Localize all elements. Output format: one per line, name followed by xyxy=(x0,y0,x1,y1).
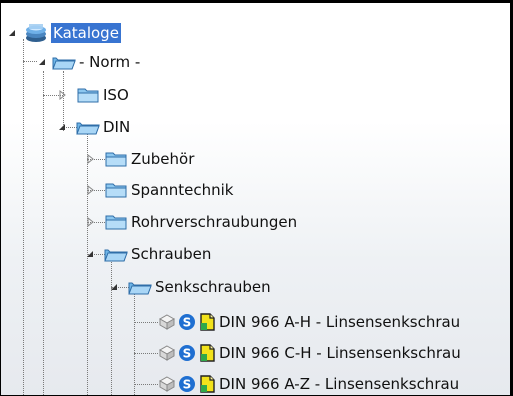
expanded-arrow-icon[interactable] xyxy=(85,249,95,259)
part-cube-icon xyxy=(158,345,176,361)
expanded-arrow-icon[interactable] xyxy=(37,57,47,67)
tree-leaf-item[interactable]: S DIN 966 A-Z - Linsensenkschrau xyxy=(157,372,461,395)
catalog-stack-icon xyxy=(26,24,46,42)
tree-node-schrauben[interactable]: Schrauben xyxy=(85,242,213,266)
tree-guide xyxy=(134,291,135,395)
node-label: Spanntechnik xyxy=(131,181,234,199)
collapsed-arrow-icon[interactable] xyxy=(85,185,95,195)
standard-badge-icon: S xyxy=(179,314,195,330)
tree-leaf-item[interactable]: S DIN 966 C-H - Linsensenkschrau xyxy=(157,341,463,365)
expanded-arrow-icon[interactable] xyxy=(57,122,67,132)
folder-closed-icon xyxy=(105,183,127,198)
part-cube-icon xyxy=(158,314,176,330)
standard-badge-icon: S xyxy=(179,376,195,392)
collapsed-arrow-icon[interactable] xyxy=(85,217,95,227)
tree-node-spanntechnik[interactable]: Spanntechnik xyxy=(85,178,235,202)
standard-badge-icon: S xyxy=(179,345,195,361)
folder-closed-icon xyxy=(105,215,127,230)
document-icon xyxy=(200,344,215,362)
tree-connector xyxy=(134,384,158,385)
tree-guide xyxy=(23,39,24,395)
node-label: Rohrverschraubungen xyxy=(131,213,298,231)
document-icon xyxy=(200,313,215,331)
tree-node-iso[interactable]: ISO xyxy=(57,83,131,107)
tree-node-rohrverschraubungen[interactable]: Rohrverschraubungen xyxy=(85,210,299,234)
part-cube-icon xyxy=(158,376,176,392)
tree-leaf-item[interactable]: S DIN 966 A-H - Linsensenkschrau xyxy=(157,310,462,334)
node-label: DIN 966 A-Z - Linsensenkschrau xyxy=(219,375,460,393)
node-label: Senkschrauben xyxy=(155,278,271,296)
node-label: ISO xyxy=(103,86,129,104)
tree-connector xyxy=(23,61,37,62)
node-label: DIN xyxy=(103,118,131,136)
folder-open-icon xyxy=(104,249,128,262)
node-label: - Norm - xyxy=(79,53,141,71)
expanded-arrow-icon[interactable] xyxy=(7,28,17,38)
tree-guide xyxy=(43,71,44,395)
tree-node-senkschrauben[interactable]: Senkschrauben xyxy=(109,275,273,299)
tree-node-zubehoer[interactable]: Zubehör xyxy=(85,147,196,171)
tree-connector xyxy=(134,353,158,354)
node-label: Schrauben xyxy=(131,245,212,263)
document-icon xyxy=(200,375,215,393)
svg-text:S: S xyxy=(183,347,192,361)
folder-open-icon xyxy=(52,57,76,70)
folder-open-icon xyxy=(128,282,152,295)
node-label: DIN 966 A-H - Linsensenkschrau xyxy=(219,313,461,331)
collapsed-arrow-icon[interactable] xyxy=(85,154,95,164)
collapsed-arrow-icon[interactable] xyxy=(57,90,67,100)
svg-text:S: S xyxy=(183,316,192,330)
tree-node-norm[interactable]: - Norm - xyxy=(37,50,142,74)
node-label: Zubehör xyxy=(131,150,195,168)
node-label: Kataloge xyxy=(51,23,121,43)
folder-open-icon xyxy=(76,122,100,135)
panel-border-top xyxy=(0,0,513,3)
tree-connector xyxy=(134,322,158,323)
tree-node-din[interactable]: DIN xyxy=(57,115,132,139)
svg-text:S: S xyxy=(183,378,192,392)
node-label: DIN 966 C-H - Linsensenkschrau xyxy=(219,344,461,362)
folder-closed-icon xyxy=(105,152,127,167)
folder-closed-icon xyxy=(77,88,99,103)
tree-node-kataloge[interactable]: Kataloge xyxy=(7,21,121,45)
expanded-arrow-icon[interactable] xyxy=(109,282,119,292)
catalog-tree-panel: Kataloge - Norm - ISO DIN Zubehör Spannt… xyxy=(0,0,513,396)
